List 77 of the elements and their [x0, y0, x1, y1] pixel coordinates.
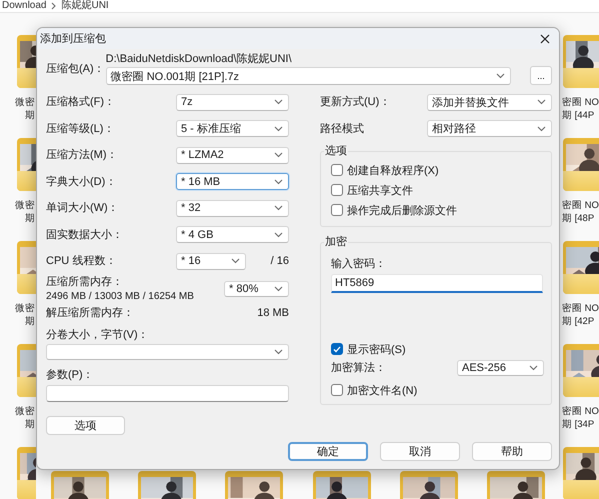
field-label: 加密算法： [331, 362, 387, 374]
folder-name: 密圈 NO 期 [42P [562, 302, 599, 328]
chevron-down-icon [231, 258, 240, 264]
checkbox-label: 显示密码(S) [347, 342, 406, 356]
checkbox[interactable] [331, 184, 343, 196]
field-label: 压缩包(A)： [46, 63, 105, 75]
group-title: 选项 [324, 145, 348, 157]
dropdown[interactable]: * LZMA2 [176, 146, 289, 164]
chevron-down-icon [529, 365, 538, 371]
dropdown[interactable]: * 16 [176, 252, 246, 270]
chevron-down-icon [496, 73, 505, 79]
field-label: 解压缩所需内存： [46, 306, 134, 318]
help-button[interactable]: 帮助 [472, 442, 552, 461]
folder-name: 微密 期 [14, 96, 35, 122]
dropdown[interactable]: * 4 GB [176, 226, 289, 244]
field-label: 压缩等级(L)： [46, 122, 116, 135]
field-label: 单词大小(W)： [46, 202, 120, 214]
checkbox-label: 创建自释放程序(X) [347, 164, 439, 178]
chevron-down-icon [274, 348, 283, 354]
thread-max: / 16 [270, 255, 289, 268]
field-label: 固实数据大小： [46, 228, 124, 241]
input-field[interactable] [46, 384, 289, 402]
browse-button[interactable]: ... [530, 66, 552, 85]
chevron-down-icon [274, 205, 283, 212]
chevron-down-icon [274, 126, 283, 132]
field-label: 路径模式 [320, 122, 365, 135]
chevron-down-icon [537, 99, 546, 106]
combo-box[interactable]: 微密圈 NO.001期 [21P].7z [106, 67, 511, 85]
ok-button[interactable]: 确定 [288, 442, 368, 461]
checkbox[interactable] [331, 343, 343, 355]
folder-name: 密圈 NO 期 [34P [562, 405, 599, 431]
archive-path: D:\BaiduNetdiskDownload\陈妮妮UNI\ [106, 53, 293, 65]
checkbox-label: 操作完成后删除源文件 [347, 204, 457, 218]
field-label: CPU 线程数： [46, 255, 118, 268]
field-label: 压缩方法(M)： [46, 149, 118, 162]
folder-name: 微密 期 [14, 199, 35, 225]
chevron-down-icon [274, 99, 283, 106]
window-title: 添加到压缩包 [40, 32, 106, 44]
dropdown[interactable]: 添加并替换文件 [427, 94, 552, 111]
chevron-down-icon [537, 126, 546, 132]
checkbox[interactable] [331, 204, 343, 216]
group-title: 加密 [324, 236, 348, 248]
dropdown[interactable]: 7z [176, 94, 289, 111]
dropdown[interactable]: 5 - 标准压缩 [176, 120, 289, 138]
cancel-button[interactable]: 取消 [380, 442, 460, 461]
chevron-right-icon [51, 2, 56, 10]
field-label: 更新方式(U)： [320, 96, 392, 108]
folder-name: 微密 期 [14, 302, 35, 328]
checkbox[interactable] [331, 384, 343, 396]
chevron-down-icon [274, 232, 283, 238]
checkbox-label: 加密文件名(N) [347, 384, 418, 398]
breadcrumb-item[interactable]: 陈妮妮UNI [61, 1, 109, 11]
breadcrumb-item[interactable]: Download [2, 1, 46, 11]
folder-name: 微密 期 [14, 405, 35, 431]
field-label: 压缩格式(F)： [46, 96, 116, 108]
dropdown[interactable]: * 80% [224, 280, 289, 296]
field-label: 输入密码： [331, 258, 386, 270]
checkbox[interactable] [331, 164, 343, 176]
folder-name: 密圈 NO 期 [48P [562, 199, 599, 225]
password-field[interactable]: HT5869 [331, 274, 543, 293]
chevron-down-icon [274, 152, 283, 158]
memory-value: 18 MB [257, 306, 289, 318]
folder-name: 密圈 NO 期 [44P [562, 96, 599, 122]
close-icon[interactable] [540, 34, 550, 44]
checkbox-label: 压缩共享文件 [347, 184, 413, 198]
dropdown[interactable]: * 16 MB [176, 173, 289, 190]
field-label: 分卷大小，字节(V)： [46, 328, 149, 340]
dropdown[interactable]: AES-256 [457, 360, 544, 376]
field-label: 参数(P)： [46, 368, 94, 380]
dropdown[interactable]: * 32 [176, 200, 289, 217]
chevron-down-icon [274, 286, 283, 292]
field-label: 压缩所需内存： [46, 276, 124, 288]
memory-usage: 2496 MB / 13003 MB / 16254 MB [46, 290, 195, 302]
chevron-down-icon [274, 178, 283, 185]
field-label: 字典大小(D)： [46, 176, 118, 188]
options-button[interactable]: 选项 [46, 416, 125, 434]
dropdown[interactable]: 相对路径 [427, 120, 552, 138]
